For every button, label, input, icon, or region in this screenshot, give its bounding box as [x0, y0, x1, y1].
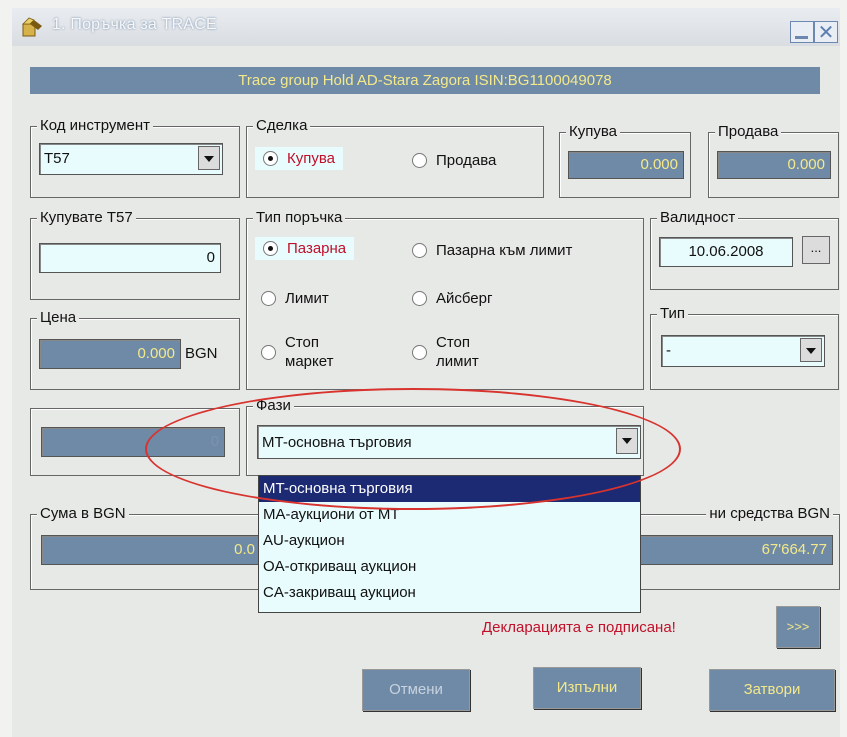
buy-box-legend: Купува [566, 123, 621, 141]
type-select[interactable]: - [661, 335, 825, 367]
type-dropdown-button[interactable] [800, 338, 822, 362]
instrument-select[interactable]: T57 [39, 143, 223, 175]
order-window: 1. Поръчка за TRACE ✕ Trace group Hold A… [12, 8, 840, 737]
declaration-text: Декларацията е подписана! [482, 619, 676, 636]
aux-field: 0 [41, 427, 225, 457]
deal-radio-sell[interactable]: Продава [412, 151, 496, 170]
deal-group: Сделка Купува Продава [246, 117, 544, 198]
order-type-market-to-limit-label: Пазарна към лимит [436, 242, 573, 259]
window-title: 1. Поръчка за TRACE [52, 16, 217, 33]
buy-box-value: 0.000 [568, 151, 684, 179]
price-legend: Цена [37, 309, 80, 327]
sum-value: 0.0 [41, 535, 261, 565]
sell-box-group: Продава 0.000 [708, 123, 839, 198]
radio-unchecked-icon [412, 291, 427, 306]
instrument-value: T57 [44, 150, 70, 167]
stop-market-line1: Стоп [285, 334, 319, 351]
order-type-limit[interactable]: Лимит [261, 289, 329, 308]
deal-radio-buy[interactable]: Купува [255, 147, 344, 170]
date-picker-button[interactable]: ... [802, 236, 830, 264]
funds-value: 67'664.77 [631, 535, 833, 565]
instrument-banner: Trace group Hold AD-Stara Zagora ISIN:BG… [30, 67, 820, 94]
phases-select[interactable]: MT-основна търговия [257, 425, 641, 459]
phases-group: Фази MT-основна търговия [246, 397, 644, 476]
order-type-market[interactable]: Пазарна [255, 237, 355, 260]
title-bar[interactable]: 1. Поръчка за TRACE ✕ [12, 8, 840, 46]
instrument-dropdown-button[interactable] [198, 146, 220, 170]
validity-date-input[interactable]: 10.06.2008 [659, 237, 793, 267]
chevron-down-icon [806, 348, 816, 354]
declaration-next-button[interactable]: >>> [776, 606, 820, 648]
stop-limit-line1: Стоп [436, 334, 470, 351]
radio-checked-icon [263, 241, 278, 256]
order-type-stop-market-label: Стоп маркет [285, 333, 333, 371]
radio-unchecked-icon [261, 344, 276, 360]
funds-legend: ни средства BGN [706, 505, 833, 523]
type-value: - [666, 342, 671, 359]
stop-market-line2: маркет [285, 353, 334, 370]
quantity-group: Купувате T57 0 [30, 209, 240, 300]
phase-option[interactable]: CA-закриващ аукцион [259, 580, 640, 606]
order-type-stop-market[interactable]: Стоп маркет [261, 333, 333, 371]
quantity-legend: Купувате T57 [37, 209, 136, 227]
order-type-limit-label: Лимит [285, 290, 329, 307]
buy-highlight: Купува [255, 147, 344, 170]
order-type-legend: Тип поръчка [253, 209, 346, 227]
order-type-market-label: Пазарна [287, 240, 347, 257]
phase-option[interactable]: MT-основна търговия [259, 476, 640, 502]
close-window-button[interactable]: ✕ [814, 20, 838, 44]
phases-dropdown-button[interactable] [616, 428, 638, 454]
quantity-input[interactable]: 0 [39, 243, 221, 273]
order-type-stop-limit[interactable]: Стоп лимит [412, 333, 479, 371]
buy-box-group: Купува 0.000 [559, 123, 691, 198]
minimize-icon [795, 36, 808, 39]
order-type-market-to-limit[interactable]: Пазарна към лимит [412, 241, 572, 260]
order-type-iceberg[interactable]: Айсберг [412, 289, 492, 308]
validity-legend: Валидност [657, 209, 739, 227]
close-icon: ✕ [817, 20, 835, 44]
radio-unchecked-icon [412, 243, 427, 258]
instrument-legend: Код инструмент [37, 117, 154, 135]
phase-option[interactable]: MA-аукциони от MT [259, 502, 640, 528]
aux-group: 0 [30, 408, 240, 476]
stop-limit-line2: лимит [436, 353, 479, 370]
cancel-button[interactable]: Отмени [362, 669, 470, 711]
order-type-stop-limit-label: Стоп лимит [436, 333, 479, 371]
instrument-group: Код инструмент T57 [30, 117, 240, 198]
price-input[interactable]: 0.000 [39, 339, 181, 369]
deal-legend: Сделка [253, 117, 311, 135]
phases-dropdown-list[interactable]: MT-основна търговия MA-аукциони от MT AU… [258, 475, 641, 613]
phase-option[interactable]: AU-аукцион [259, 528, 640, 554]
type-group: Тип - [650, 305, 839, 390]
minimize-button[interactable] [790, 21, 814, 43]
chevron-down-icon [204, 156, 214, 162]
radio-unchecked-icon [412, 344, 427, 360]
price-currency: BGN [185, 345, 218, 362]
price-group: Цена 0.000 BGN [30, 309, 240, 390]
type-legend: Тип [657, 305, 689, 323]
sell-box-legend: Продава [715, 123, 782, 141]
sell-box-value: 0.000 [717, 151, 831, 179]
sum-legend: Сума в BGN [37, 505, 129, 523]
radio-unchecked-icon [261, 291, 276, 306]
phase-option[interactable]: OA-откриващ аукцион [259, 554, 640, 580]
phases-value: MT-основна търговия [262, 434, 412, 451]
execute-button[interactable]: Изпълни [533, 667, 641, 709]
order-type-iceberg-label: Айсберг [436, 290, 493, 307]
deal-sell-label: Продава [436, 152, 497, 169]
chevron-down-icon [622, 438, 632, 444]
phases-legend: Фази [253, 397, 294, 415]
radio-checked-icon [263, 151, 278, 166]
radio-unchecked-icon [412, 153, 427, 168]
order-icon [22, 17, 42, 37]
deal-buy-label: Купува [287, 150, 336, 167]
market-highlight: Пазарна [255, 237, 355, 260]
order-type-group: Тип поръчка Пазарна Пазарна към лимит Ли… [246, 209, 644, 390]
close-button[interactable]: Затвори [709, 669, 835, 711]
